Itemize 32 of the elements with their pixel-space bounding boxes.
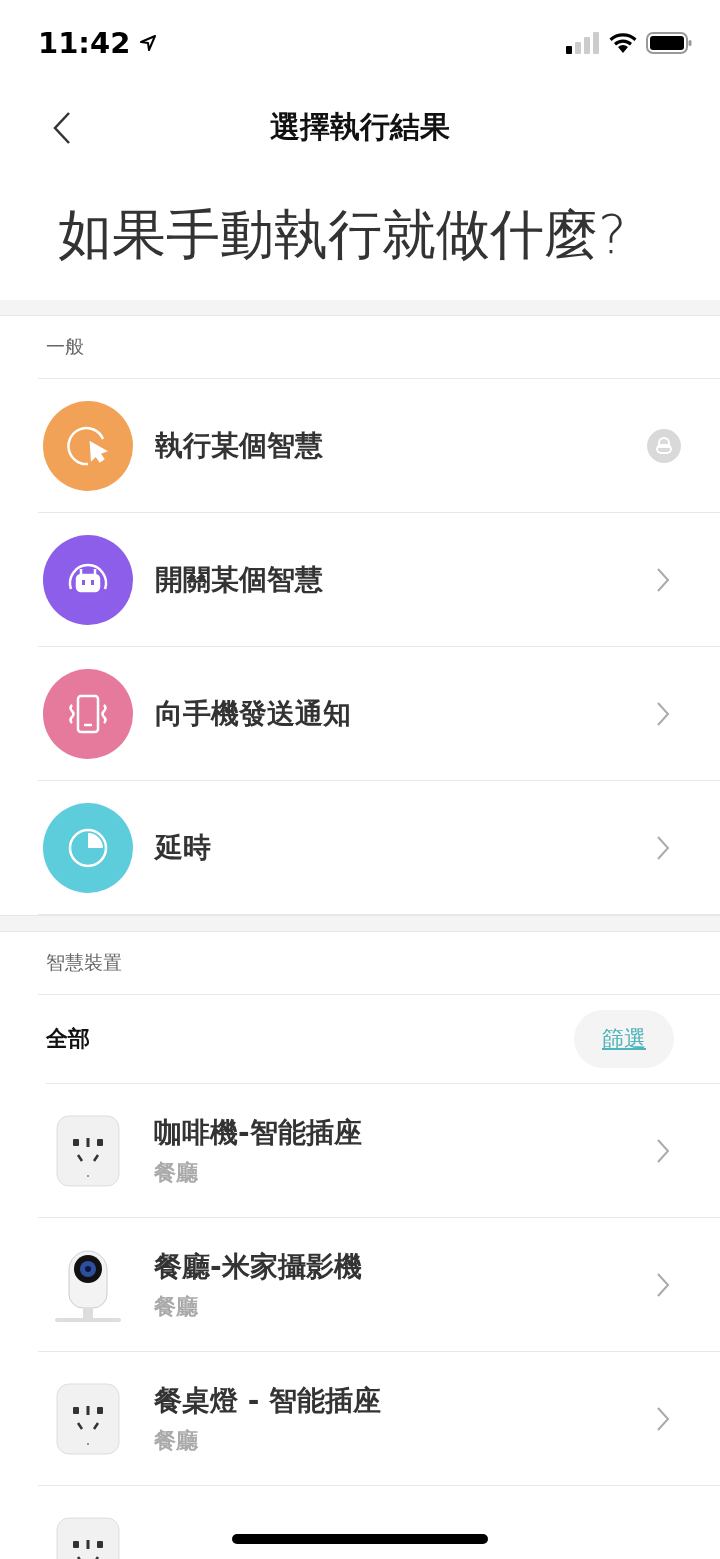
action-row[interactable]: 開關某個智慧 — [38, 513, 720, 647]
location-arrow-icon — [138, 32, 159, 53]
device-row[interactable]: 咖啡機-智能插座 餐廳 — [38, 1084, 720, 1218]
chevron-icon — [656, 1271, 670, 1298]
action-row[interactable]: 延時 — [38, 781, 720, 915]
headline: 如果手動執行就做什麼? — [57, 201, 628, 268]
device-name: 咖啡機-智能插座 — [154, 1114, 363, 1151]
status-time: 11:42 — [38, 25, 131, 60]
signal-icon — [566, 31, 600, 54]
section-header: 一般 — [46, 334, 84, 359]
smart-plug-icon — [56, 1382, 120, 1455]
smart-plug-icon — [56, 1114, 120, 1187]
action-row[interactable]: 執行某個智慧 — [38, 379, 720, 513]
action-row[interactable]: 向手機發送通知 — [38, 647, 720, 781]
wifi-icon — [608, 31, 638, 54]
action-label: 開關某個智慧 — [155, 561, 324, 598]
device-room: 餐廳 — [154, 1158, 199, 1187]
device-room: 餐廳 — [154, 1426, 199, 1455]
device-room: 餐廳 — [154, 1292, 199, 1321]
device-name: 餐廳-米家攝影機 — [154, 1248, 363, 1285]
page-title: 選擇執行結果 — [270, 108, 450, 146]
action-label: 延時 — [155, 829, 212, 866]
action-label: 執行某個智慧 — [155, 427, 324, 464]
battery-icon — [646, 31, 692, 54]
action-label: 向手機發送通知 — [155, 695, 352, 732]
chevron-icon — [656, 1137, 670, 1164]
chevron-icon — [656, 1405, 670, 1432]
section-header: 智慧裝置 — [46, 950, 122, 975]
device-name: 餐桌燈 - 智能插座 — [154, 1382, 383, 1419]
filter-label: 全部 — [46, 1025, 90, 1053]
device-row[interactable]: 餐桌燈 - 智能插座 餐廳 — [38, 1352, 720, 1486]
device-row[interactable]: 餐廳-米家攝影機 餐廳 — [38, 1218, 720, 1352]
